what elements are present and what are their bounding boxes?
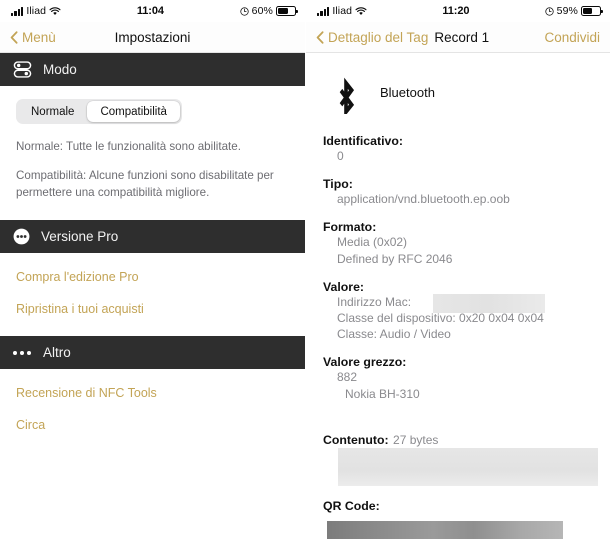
field-value-valore-mac-label: Indirizzo Mac: <box>337 294 412 309</box>
field-value-formato-rfc: Defined by RFC 2046 <box>337 251 453 266</box>
field-value-identificativo: 0 <box>337 149 344 163</box>
wifi-icon <box>355 6 367 16</box>
redacted-content-block <box>338 447 598 486</box>
section-title-altro: Altro <box>43 345 71 361</box>
section-title-versione-pro: Versione Pro <box>41 229 119 245</box>
field-label-identificativo: Identificativo: <box>323 134 403 148</box>
dots-circle-icon <box>13 228 30 245</box>
field-value-tipo: application/vnd.bluetooth.ep.oob <box>337 192 510 207</box>
field-label-formato: Formato: <box>323 220 377 235</box>
field-qr-code: QR Code: <box>306 498 610 539</box>
back-button-label: Menù <box>22 29 56 45</box>
field-formato: Formato: Media (0x02) Defined by RFC 204… <box>306 220 610 266</box>
carrier-label: Iliad <box>26 5 47 17</box>
redacted-qr-code <box>327 520 563 539</box>
back-button-label: Dettaglio del Tag <box>328 29 429 45</box>
help-text-compatibilita: Compatibilità: Alcune funzioni sono disa… <box>16 168 274 199</box>
back-button[interactable]: Menù <box>10 30 56 45</box>
back-button[interactable]: Dettaglio del Tag <box>316 30 428 45</box>
field-label-qr-code: QR Code: <box>323 498 380 513</box>
field-label-valore-grezzo: Valore grezzo: <box>323 355 407 370</box>
navigation-bar: Dettaglio del Tag Record 1 Condividi <box>306 22 610 53</box>
battery-icon <box>581 6 603 16</box>
dots-icon <box>13 350 32 355</box>
record-type-label: Bluetooth <box>380 84 435 100</box>
field-valore: Valore: Indirizzo Mac: Classe del dispos… <box>306 280 610 343</box>
field-value-valore-mac: Indirizzo Mac: <box>323 293 610 313</box>
mode-segmented-control[interactable]: Normale Compatibilità <box>16 99 182 124</box>
field-label-tipo: Tipo: <box>323 177 353 192</box>
settings-screen: Iliad 11:04 60% Menù Impostazioni Modo N… <box>0 0 305 539</box>
field-valore-grezzo: Valore grezzo: 882 Nokia BH-310 <box>306 355 610 401</box>
cellular-signal-icon <box>317 6 330 16</box>
status-bar-right: 59% <box>545 5 603 17</box>
status-bar-right: 60% <box>240 5 298 17</box>
battery-icon <box>276 6 298 16</box>
link-circa[interactable]: Circa <box>0 418 305 432</box>
field-identificativo: Identificativo: 0 <box>306 134 610 164</box>
section-title-modo: Modo <box>43 62 77 77</box>
link-compra-edizione-pro[interactable]: Compra l'edizione Pro <box>0 270 305 284</box>
field-tipo: Tipo: application/vnd.bluetooth.ep.oob <box>306 177 610 207</box>
battery-percent-label: 59% <box>556 5 578 17</box>
clock: 11:04 <box>136 5 164 17</box>
carrier-label: Iliad <box>332 5 353 17</box>
clock: 11:20 <box>442 5 470 17</box>
chevron-left-icon <box>316 30 324 44</box>
help-text-normale: Normale: Tutte le funzionalità sono abil… <box>16 140 241 153</box>
section-header-versione-pro: Versione Pro <box>0 220 305 254</box>
status-bar-left: Iliad <box>317 5 367 17</box>
field-label-valore: Valore: <box>323 279 365 294</box>
status-bar-left: Iliad <box>11 5 61 17</box>
dual-screenshot-container: Iliad 11:04 60% Menù Impostazioni Modo N… <box>0 0 610 539</box>
share-button[interactable]: Condividi <box>544 30 600 45</box>
segment-normale[interactable]: Normale <box>18 101 87 122</box>
redacted-mac-address <box>433 293 545 313</box>
status-bar: Iliad 11:04 60% <box>0 0 305 22</box>
mode-segmented-control-wrap: Normale Compatibilità <box>0 86 305 124</box>
link-ripristina-acquisti[interactable]: Ripristina i tuoi acquisti <box>0 302 305 316</box>
field-value-valore-grezzo-2: Nokia BH-310 <box>345 386 420 401</box>
location-services-icon <box>240 6 249 16</box>
field-value-contenuto: 27 bytes <box>393 432 439 447</box>
page-title: Record 1 <box>434 29 490 45</box>
chevron-left-icon <box>10 30 18 44</box>
bluetooth-icon <box>332 70 360 118</box>
wifi-icon <box>49 6 61 16</box>
section-header-altro: Altro <box>0 336 305 370</box>
navigation-bar: Menù Impostazioni <box>0 22 305 53</box>
section-header-modo: Modo <box>0 53 305 86</box>
location-services-icon <box>545 6 554 16</box>
field-contenuto: Contenuto: 27 bytes <box>306 431 610 486</box>
status-bar: Iliad 11:20 59% <box>306 0 610 22</box>
field-value-valore-grezzo-1: 882 <box>337 370 358 385</box>
battery-percent-label: 60% <box>251 5 273 17</box>
link-recensione-nfc-tools[interactable]: Recensione di NFC Tools <box>0 386 305 400</box>
record-type-header: Bluetooth <box>306 53 610 118</box>
segment-compatibilita[interactable]: Compatibilità <box>87 101 180 122</box>
field-value-classe: Classe: Audio / Video <box>337 327 451 342</box>
switches-icon <box>13 60 32 79</box>
field-value-formato-media: Media (0x02) <box>337 235 408 250</box>
cellular-signal-icon <box>11 6 24 16</box>
field-label-contenuto: Contenuto: <box>323 432 389 447</box>
record-detail-screen: Iliad 11:20 59% Dettaglio del Tag Record… <box>305 0 610 539</box>
field-contenuto-line: Contenuto: 27 bytes <box>323 431 610 449</box>
